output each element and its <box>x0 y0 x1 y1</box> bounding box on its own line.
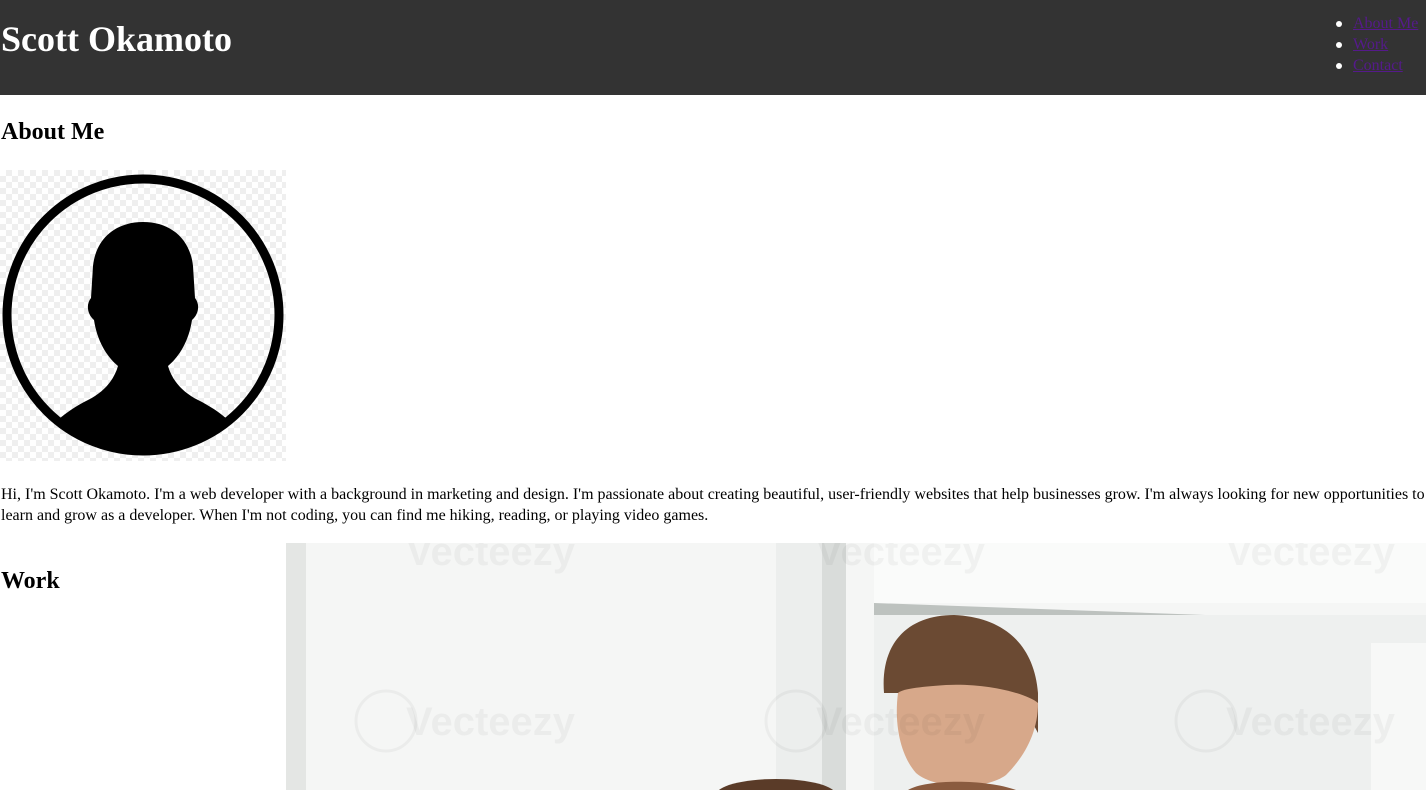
watermark-text: Vecteezy <box>406 700 576 744</box>
watermark-text: Vecteezy <box>406 543 576 574</box>
work-photo: Vecteezy Vecteezy Vecteezy Vecteezy Vect… <box>286 543 1426 790</box>
nav-item-contact: Contact <box>1334 55 1418 76</box>
nav-item-about: About Me <box>1334 13 1418 34</box>
avatar <box>0 170 286 461</box>
work-image: Vecteezy Vecteezy Vecteezy Vecteezy Vect… <box>286 543 1426 790</box>
nav-link-about[interactable]: About Me <box>1353 15 1418 32</box>
site-title: Scott Okamoto <box>1 19 232 59</box>
nav-list: About Me Work Contact <box>1334 13 1418 76</box>
site-header: Scott Okamoto About Me Work Contact <box>0 0 1426 95</box>
about-heading: About Me <box>1 119 105 145</box>
person-silhouette-icon <box>2 174 284 456</box>
watermark-text: Vecteezy <box>816 543 986 574</box>
bio-text: Hi, I'm Scott Okamoto. I'm a web develop… <box>1 486 1425 524</box>
watermark-text: Vecteezy <box>1226 543 1396 574</box>
nav-item-work: Work <box>1334 34 1418 55</box>
watermark-text: Vecteezy <box>1226 700 1396 744</box>
nav-link-contact[interactable]: Contact <box>1353 57 1403 74</box>
nav-link-work[interactable]: Work <box>1353 36 1388 53</box>
watermark-text: Vecteezy <box>816 700 986 744</box>
work-heading: Work <box>1 568 60 594</box>
